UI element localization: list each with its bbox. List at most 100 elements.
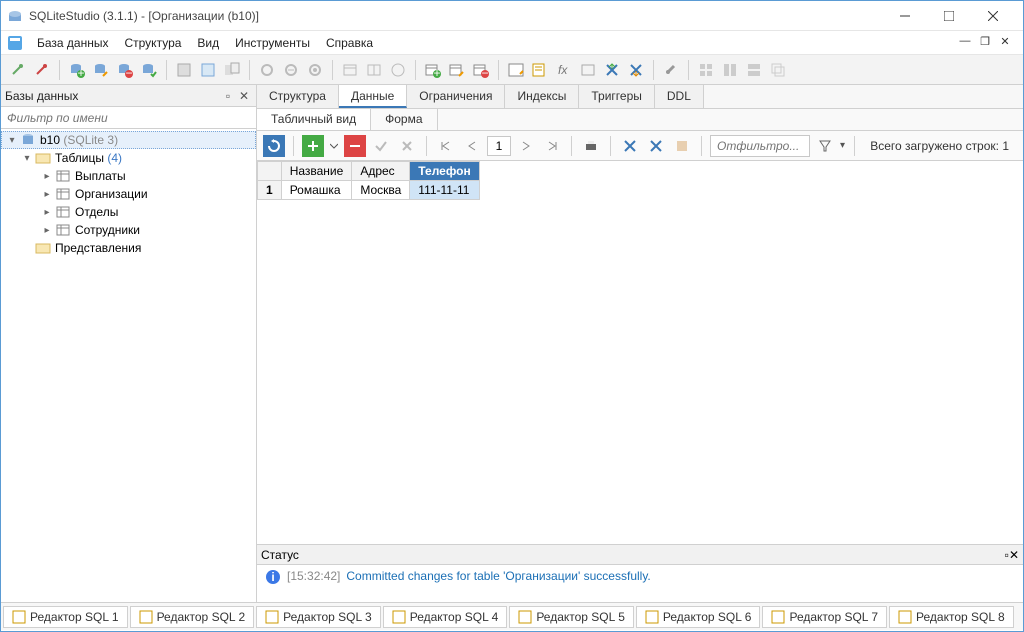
- mdi-restore-icon[interactable]: ❐: [977, 35, 993, 51]
- layout-vsplit-button[interactable]: [743, 59, 765, 81]
- toolbar-btn-14[interactable]: [363, 59, 385, 81]
- edit-table-button[interactable]: [446, 59, 468, 81]
- delete-table-button[interactable]: −: [470, 59, 492, 81]
- filter-dropdown[interactable]: ▾: [840, 140, 846, 151]
- chevron-right-icon[interactable]: ▸: [41, 206, 53, 218]
- prev-page-button[interactable]: [461, 135, 483, 157]
- tree-table-item[interactable]: ▸ Сотрудники: [1, 221, 256, 239]
- export-button[interactable]: [625, 59, 647, 81]
- edit-db-button[interactable]: [90, 59, 112, 81]
- toolbar-btn-7[interactable]: [173, 59, 195, 81]
- tree-table-item[interactable]: ▸ Выплаты: [1, 167, 256, 185]
- close-button[interactable]: [971, 2, 1015, 30]
- tab-structure[interactable]: Структура: [257, 85, 339, 108]
- first-page-button[interactable]: [435, 135, 457, 157]
- column-header-selected[interactable]: Телефон: [410, 162, 479, 181]
- menu-view[interactable]: Вид: [189, 33, 227, 53]
- import-button[interactable]: [601, 59, 623, 81]
- toolbar-btn-11[interactable]: [280, 59, 302, 81]
- bottom-tab[interactable]: Редактор SQL 1: [3, 606, 128, 628]
- history-button[interactable]: [529, 59, 551, 81]
- sidebar-close-icon[interactable]: ✕: [236, 88, 252, 104]
- tables-label: Таблицы: [55, 151, 104, 165]
- bottom-tab[interactable]: Редактор SQL 7: [762, 606, 887, 628]
- column-header[interactable]: Название: [281, 162, 352, 181]
- bottom-tab[interactable]: Редактор SQL 6: [636, 606, 761, 628]
- table-row[interactable]: 1 Ромашка Москва 111-11-11: [258, 181, 480, 200]
- layout-hsplit-button[interactable]: [719, 59, 741, 81]
- mdi-close-icon[interactable]: ✕: [997, 35, 1013, 51]
- collation-button[interactable]: [577, 59, 599, 81]
- toolbar-btn-10[interactable]: [256, 59, 278, 81]
- filter-apply-button[interactable]: [814, 135, 836, 157]
- subtab-grid[interactable]: Табличный вид: [257, 109, 371, 130]
- filter-input[interactable]: [1, 107, 256, 128]
- subtab-form[interactable]: Форма: [371, 109, 437, 130]
- chevron-down-icon[interactable]: ▾: [21, 152, 33, 164]
- menu-tools[interactable]: Инструменты: [227, 33, 318, 53]
- next-page-button[interactable]: [515, 135, 537, 157]
- cell[interactable]: Москва: [352, 181, 410, 200]
- toolbar-btn-15[interactable]: [387, 59, 409, 81]
- last-page-button[interactable]: [541, 135, 563, 157]
- bottom-tab[interactable]: Редактор SQL 3: [256, 606, 381, 628]
- rollback-button[interactable]: [396, 135, 418, 157]
- tree-views-node[interactable]: ▸ Представления: [1, 239, 256, 257]
- disconnect-db-button[interactable]: [31, 59, 53, 81]
- chevron-right-icon[interactable]: ▸: [41, 224, 53, 236]
- svg-text:fx: fx: [558, 63, 568, 77]
- bottom-tab[interactable]: Редактор SQL 8: [889, 606, 1014, 628]
- tab-triggers[interactable]: Триггеры: [579, 85, 655, 108]
- commit-button[interactable]: [370, 135, 392, 157]
- sidebar-float-icon[interactable]: ▫: [220, 88, 236, 104]
- mdi-minimize-icon[interactable]: —: [957, 35, 973, 51]
- fx-button[interactable]: fx: [553, 59, 575, 81]
- bottom-tab[interactable]: Редактор SQL 5: [509, 606, 634, 628]
- layout-grid-button[interactable]: [695, 59, 717, 81]
- connect-db-button[interactable]: [7, 59, 29, 81]
- tab-constraints[interactable]: Ограничения: [407, 85, 505, 108]
- column-header[interactable]: Адрес: [352, 162, 410, 181]
- cell-selected[interactable]: 111-11-11: [410, 181, 479, 200]
- chevron-down-icon[interactable]: ▾: [6, 134, 18, 146]
- add-db-button[interactable]: +: [66, 59, 88, 81]
- export-data-button[interactable]: [645, 135, 667, 157]
- minimize-button[interactable]: [883, 2, 927, 30]
- menu-structure[interactable]: Структура: [116, 33, 189, 53]
- remove-db-button[interactable]: −: [114, 59, 136, 81]
- new-table-button[interactable]: +: [422, 59, 444, 81]
- populate-button[interactable]: [671, 135, 693, 157]
- cell[interactable]: Ромашка: [281, 181, 352, 200]
- layout-cascade-button[interactable]: [767, 59, 789, 81]
- tab-indexes[interactable]: Индексы: [505, 85, 579, 108]
- tree-db-node[interactable]: ▾ b10 (SQLite 3): [1, 131, 256, 149]
- commit-db-button[interactable]: [138, 59, 160, 81]
- maximize-button[interactable]: [927, 2, 971, 30]
- delete-row-button[interactable]: [344, 135, 366, 157]
- toolbar-btn-13[interactable]: [339, 59, 361, 81]
- print-button[interactable]: [580, 135, 602, 157]
- bottom-tab[interactable]: Редактор SQL 2: [130, 606, 255, 628]
- data-filter-input[interactable]: [710, 135, 810, 157]
- tab-ddl[interactable]: DDL: [655, 85, 704, 108]
- toolbar-btn-12[interactable]: [304, 59, 326, 81]
- tree-table-item[interactable]: ▸ Отделы: [1, 203, 256, 221]
- toolbar-btn-8[interactable]: [197, 59, 219, 81]
- menu-help[interactable]: Справка: [318, 33, 381, 53]
- add-row-dropdown[interactable]: [328, 135, 340, 157]
- sql-editor-button[interactable]: [505, 59, 527, 81]
- status-close-icon[interactable]: ✕: [1009, 548, 1019, 562]
- settings-button[interactable]: [660, 59, 682, 81]
- tree-tables-node[interactable]: ▾ Таблицы (4): [1, 149, 256, 167]
- add-row-button[interactable]: [302, 135, 324, 157]
- tree-table-item[interactable]: ▸ Организации: [1, 185, 256, 203]
- tab-data[interactable]: Данные: [339, 85, 407, 108]
- import-data-button[interactable]: [619, 135, 641, 157]
- bottom-tab[interactable]: Редактор SQL 4: [383, 606, 508, 628]
- refresh-button[interactable]: [263, 135, 285, 157]
- chevron-right-icon[interactable]: ▸: [41, 188, 53, 200]
- chevron-right-icon[interactable]: ▸: [41, 170, 53, 182]
- menu-database[interactable]: База данных: [29, 33, 116, 53]
- page-number-input[interactable]: [487, 136, 511, 156]
- toolbar-btn-9[interactable]: [221, 59, 243, 81]
